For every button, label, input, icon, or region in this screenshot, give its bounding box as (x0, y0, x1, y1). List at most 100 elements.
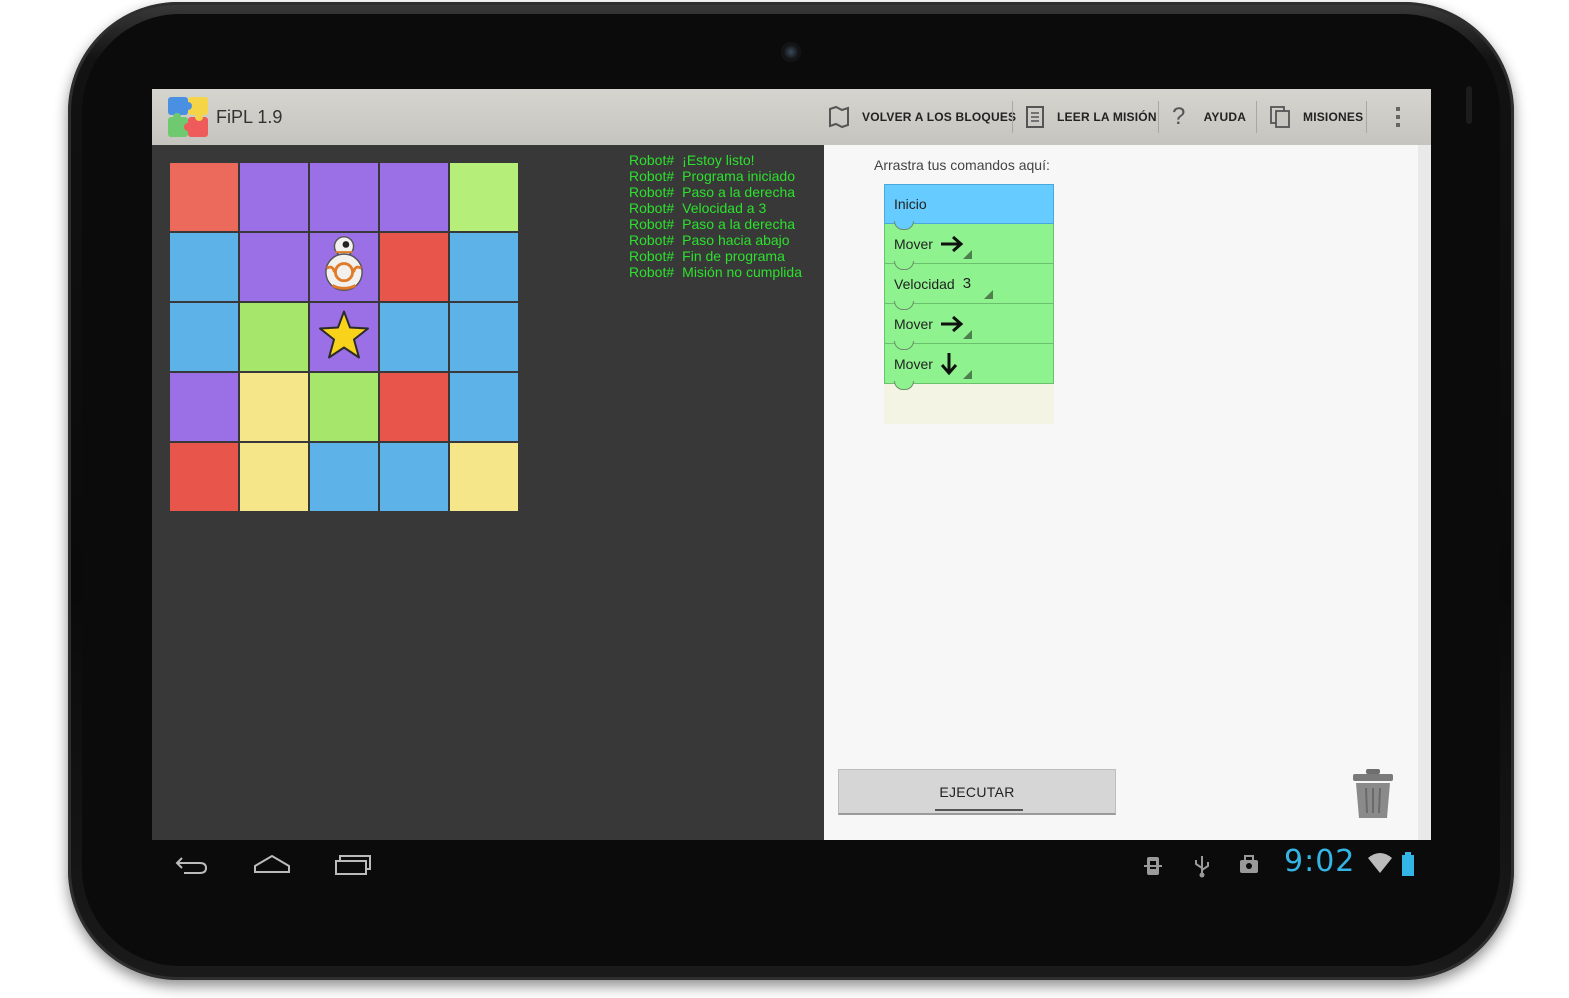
program-pane: Arrastra tus comandos aquí: Inicio Mover V… (824, 145, 1418, 840)
board-cell (240, 303, 308, 371)
board-cell (240, 373, 308, 441)
move-block[interactable]: Mover (884, 344, 1054, 390)
board-cell (240, 233, 308, 301)
wifi-icon (1368, 853, 1392, 873)
read-mission-button[interactable]: LEER LA MISIÓN (1025, 89, 1157, 145)
briefcase-icon (1240, 855, 1258, 873)
start-block[interactable]: Inicio (884, 184, 1054, 230)
log-text: Paso a la derecha (682, 216, 796, 232)
log-text: Paso hacia abajo (682, 232, 790, 248)
board-cell (450, 163, 518, 231)
speed-value[interactable]: 3 (963, 275, 971, 292)
log-prefix: Robot# (629, 152, 675, 168)
board-cell (380, 443, 448, 511)
log-line: Robot# ¡Estoy listo! (629, 152, 802, 168)
usb-icon (1195, 856, 1209, 878)
log-line: Robot# Velocidad a 3 (629, 200, 802, 216)
block-label: Velocidad (894, 275, 955, 292)
log-prefix: Robot# (629, 248, 675, 264)
system-nav-bar: 9:02 (152, 840, 1431, 892)
log-text: ¡Estoy listo! (682, 152, 755, 168)
run-label: EJECUTAR (939, 783, 1015, 800)
back-to-blocks-button[interactable]: VOLVER A LOS BLOQUES (828, 89, 1016, 145)
help-icon: ? (1172, 103, 1186, 130)
robot-icon (323, 236, 365, 299)
param-dropdown-corner[interactable] (984, 290, 993, 299)
back-to-blocks-label: VOLVER A LOS BLOQUES (862, 110, 1017, 124)
drop-slot[interactable] (884, 384, 1054, 424)
board-cell (380, 163, 448, 231)
board-cell (170, 163, 238, 231)
missions-label: MISIONES (1303, 110, 1364, 124)
trash-icon[interactable] (1350, 768, 1396, 820)
board-cell (450, 373, 518, 441)
arrow-right-icon[interactable] (939, 314, 965, 334)
log-line: Robot# Paso a la derecha (629, 184, 802, 200)
robot-log: Robot# ¡Estoy listo! Robot# Programa inicia… (629, 152, 802, 280)
log-line: Robot# Paso hacia abajo (629, 232, 802, 248)
board-cell (450, 233, 518, 301)
status-clock: 9:02 (1284, 844, 1356, 879)
log-text: Programa iniciado (682, 168, 795, 184)
log-prefix: Robot# (629, 184, 675, 200)
game-board (170, 163, 520, 513)
board-cell (310, 233, 378, 301)
log-text: Misión no cumplida (682, 264, 802, 280)
move-block[interactable]: Mover (884, 224, 1054, 270)
board-cell (170, 233, 238, 301)
drop-hint: Arrastra tus comandos aquí: (874, 157, 1050, 173)
recent-apps-icon[interactable] (334, 852, 372, 876)
log-text: Paso a la derecha (682, 184, 796, 200)
divider (1366, 101, 1367, 133)
log-prefix: Robot# (629, 168, 675, 184)
divider (1158, 101, 1159, 133)
arrow-down-icon[interactable] (939, 351, 959, 377)
overflow-menu-icon[interactable] (1394, 105, 1402, 129)
log-line: Robot# Misión no cumplida (629, 264, 802, 280)
battery-icon (1402, 852, 1414, 876)
board-cell (170, 373, 238, 441)
board-cell (240, 443, 308, 511)
block-label: Mover (894, 235, 933, 252)
arrow-right-icon[interactable] (939, 234, 965, 254)
board-cell (380, 303, 448, 371)
param-dropdown-corner[interactable] (963, 250, 972, 259)
help-button[interactable]: ? AYUDA (1172, 89, 1246, 145)
log-line: Robot# Programa iniciado (629, 168, 802, 184)
move-block[interactable]: Mover (884, 304, 1054, 350)
divider (1012, 101, 1013, 133)
side-button (1466, 86, 1472, 124)
divider (1256, 101, 1257, 133)
board-pane: Robot# ¡Estoy listo! Robot# Programa inicia… (152, 145, 824, 840)
back-icon[interactable] (174, 852, 210, 876)
log-prefix: Robot# (629, 216, 675, 232)
map-icon (829, 105, 849, 129)
board-cell (170, 443, 238, 511)
help-label: AYUDA (1203, 110, 1247, 124)
board-cell (310, 443, 378, 511)
board-cell (310, 373, 378, 441)
app-screen: FiPL 1.9 VOLVER A LOS BLOQUES LEER LA MI… (152, 89, 1431, 840)
block-label: Mover (894, 315, 933, 332)
app-title: FiPL 1.9 (216, 107, 283, 127)
board-cell (450, 443, 518, 511)
star-icon (318, 310, 370, 365)
document-icon (1026, 106, 1044, 128)
missions-button[interactable]: MISIONES (1269, 89, 1363, 145)
speed-block[interactable]: Velocidad 3 (884, 264, 1054, 310)
param-dropdown-corner[interactable] (963, 330, 972, 339)
debug-icon (1144, 857, 1162, 875)
log-line: Robot# Paso a la derecha (629, 216, 802, 232)
home-icon[interactable] (252, 852, 292, 876)
read-mission-label: LEER LA MISIÓN (1057, 110, 1157, 124)
copy-icon (1270, 106, 1290, 128)
scrollbar[interactable] (1418, 145, 1431, 840)
log-prefix: Robot# (629, 232, 675, 248)
run-button[interactable]: EJECUTAR (838, 769, 1116, 815)
log-prefix: Robot# (629, 264, 675, 280)
board-cell (310, 303, 378, 371)
log-text: Velocidad a 3 (682, 200, 767, 216)
param-dropdown-corner[interactable] (963, 370, 972, 379)
log-line: Robot# Fin de programa (629, 248, 802, 264)
board-cell (310, 163, 378, 231)
